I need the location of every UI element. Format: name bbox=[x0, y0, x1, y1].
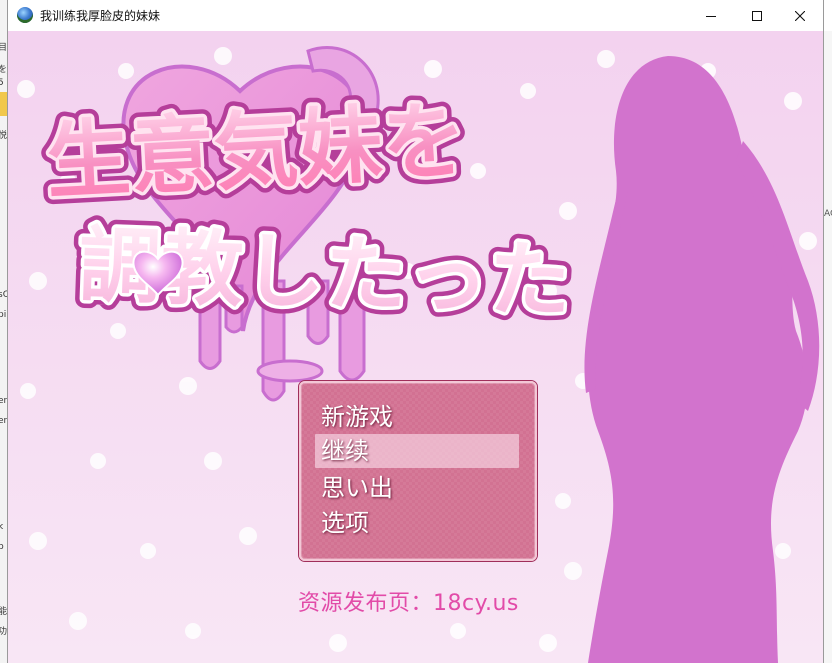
maximize-button[interactable] bbox=[734, 0, 780, 31]
background-text-fragment: 能 bbox=[0, 604, 7, 617]
background-app-right-edge: AC bbox=[822, 31, 832, 663]
title-artwork: 生意気妹を 生意気妹を 生意気妹を 調教したった 調教したった 調教したった bbox=[8, 31, 823, 663]
background-text-fragment: k bbox=[0, 522, 3, 532]
background-text-fragment: 5 bbox=[0, 78, 4, 88]
background-text-fragment: 功 bbox=[0, 624, 7, 637]
app-globe-icon bbox=[17, 7, 33, 23]
menu-item-new-game[interactable]: 新游戏 bbox=[315, 400, 519, 434]
close-button[interactable] bbox=[777, 0, 823, 31]
background-text-fragment: 悦 bbox=[0, 128, 7, 141]
background-text-fragment: 目 bbox=[0, 40, 7, 53]
close-icon bbox=[795, 10, 805, 21]
title-menu: 新游戏 继续 思い出 选项 bbox=[299, 381, 537, 561]
menu-item-continue[interactable]: 继续 bbox=[315, 434, 519, 468]
minimize-button[interactable] bbox=[688, 0, 734, 31]
menu-item-options[interactable]: 选项 bbox=[315, 506, 519, 540]
minimize-icon bbox=[706, 15, 716, 17]
title-bar[interactable]: 我训练我厚脸皮的妹妹 bbox=[8, 0, 823, 32]
background-text-fragment: AC bbox=[824, 209, 832, 219]
game-title-screen: 生意気妹を 生意気妹を 生意気妹を 調教したった 調教したった 調教したった 新… bbox=[8, 31, 823, 663]
maximize-icon bbox=[752, 10, 762, 21]
game-window: 我训练我厚脸皮的妹妹 生意気妹を 生意気妹を 生意気妹を 調教したった 調教した… bbox=[8, 0, 823, 663]
window-title: 我训练我厚脸皮的妹妹 bbox=[40, 9, 161, 23]
menu-item-memories[interactable]: 思い出 bbox=[315, 471, 519, 505]
background-highlight-bar bbox=[0, 92, 8, 116]
background-text-fragment: b bbox=[0, 542, 4, 552]
release-page-text: 资源发布页：18cy.us bbox=[298, 591, 519, 616]
background-text-fragment: pi bbox=[0, 310, 7, 320]
